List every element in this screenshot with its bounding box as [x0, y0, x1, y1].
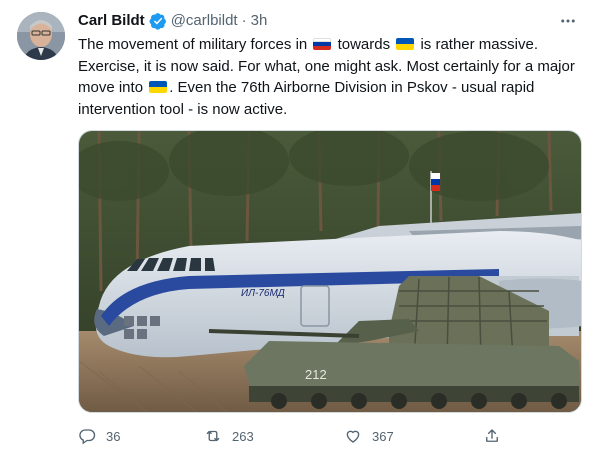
reply-count: 36	[106, 428, 121, 444]
separator-dot: ·	[241, 12, 247, 29]
handle[interactable]: @carlbildt	[171, 11, 238, 31]
tweet-actions: 36 263 367	[78, 424, 582, 448]
more-options-icon[interactable]	[558, 11, 578, 31]
military-photo: ИЛ-76МД 212	[79, 131, 581, 412]
aircraft-marking: ИЛ-76МД	[241, 288, 285, 299]
share-icon	[486, 429, 498, 442]
display-name[interactable]: Carl Bildt	[78, 11, 145, 31]
tweet-header: Carl Bildt @carlbildt · 3h	[78, 11, 578, 31]
vehicle-number: 212	[305, 367, 327, 382]
ukraine-flag	[149, 81, 168, 93]
retweet-button[interactable]: 263	[204, 424, 254, 448]
timestamp[interactable]: 3h	[251, 11, 268, 31]
tweet-text-part-2: towards	[333, 36, 395, 53]
ukraine-flag	[396, 38, 415, 50]
verified-badge-icon	[149, 13, 166, 30]
retweet-count: 263	[232, 428, 254, 444]
share-button[interactable]	[483, 424, 501, 448]
russia-flag	[313, 38, 332, 50]
like-button[interactable]: 367	[344, 424, 394, 448]
tweet[interactable]: Carl Bildt @carlbildt · 3h The movement …	[0, 0, 598, 458]
avatar[interactable]	[17, 12, 65, 60]
tweet-text: The movement of military forces in towar…	[78, 34, 578, 120]
retweet-icon	[206, 430, 220, 442]
like-count: 367	[372, 428, 394, 444]
tweet-media-photo[interactable]: ИЛ-76МД 212	[78, 130, 582, 413]
like-icon	[346, 430, 360, 443]
tweet-text-part-1: The movement of military forces in	[78, 36, 312, 53]
reply-button[interactable]: 36	[78, 424, 120, 448]
reply-icon	[79, 429, 96, 445]
